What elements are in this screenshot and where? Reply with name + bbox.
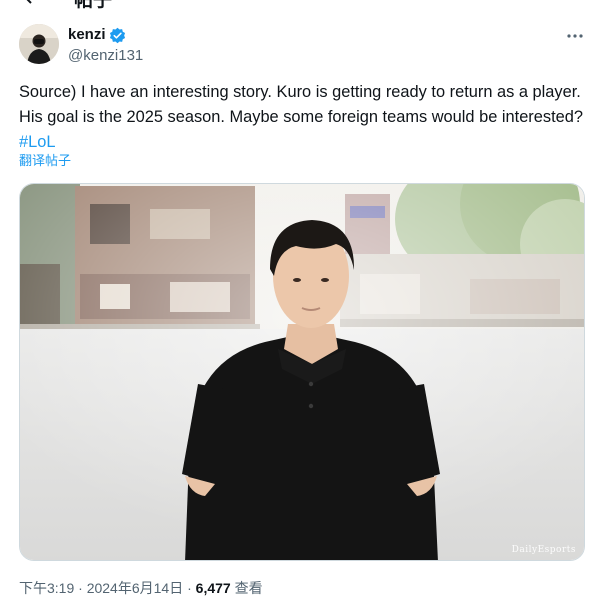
translate-post-link[interactable]: 翻译帖子 [19,153,71,169]
hashtag-link[interactable]: #LoL [19,133,55,151]
page-title: 帖子 [74,0,113,11]
more-options-icon[interactable] [566,27,584,45]
tweet-body: Source) I have an interesting story. Kur… [19,83,583,126]
back-arrow-icon[interactable] [22,0,42,8]
post-date[interactable]: 2024年6月14日 [87,580,184,596]
author-name[interactable]: kenzi [68,26,106,44]
post-time[interactable]: 下午3:19 [19,580,74,596]
top-bar: 帖子 [0,0,598,12]
views-count: 6,477 [195,580,231,596]
avatar[interactable] [19,24,59,64]
meta-separator: · [183,580,196,596]
verified-badge-icon [109,27,125,43]
views-label: 查看 [230,580,263,596]
photo-watermark: DailyEsports [511,545,576,555]
tweet-photo[interactable]: DailyEsports [19,183,585,561]
meta-separator: · [74,580,87,596]
tweet-meta: 下午3:19 · 2024年6月14日 · 6,477 查看 [19,579,263,597]
author-row: kenzi [68,26,126,44]
author-handle[interactable]: @kenzi131 [68,47,143,65]
tweet-text: Source) I have an interesting story. Kur… [19,80,589,155]
